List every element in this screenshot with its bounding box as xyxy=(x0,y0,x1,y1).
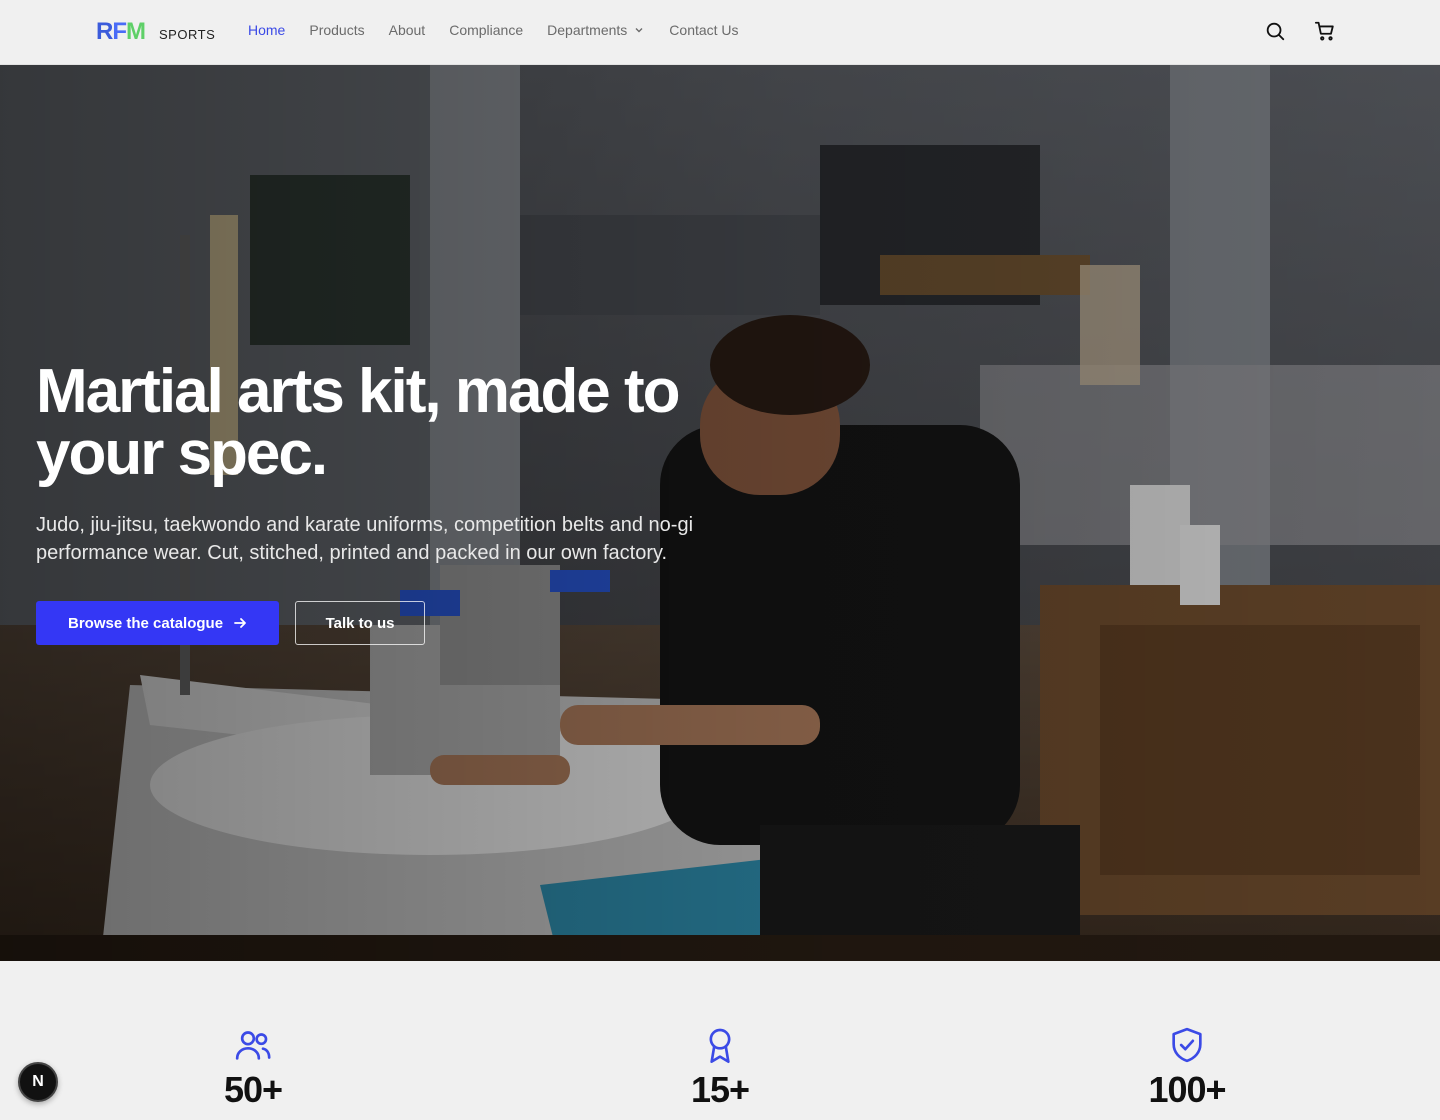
cart-icon[interactable] xyxy=(1314,20,1336,42)
nav-item-departments-label: Departments xyxy=(547,22,628,38)
chevron-down-icon xyxy=(635,28,643,33)
brand-logo[interactable]: RFM SPORTS xyxy=(96,18,215,46)
nav-item-contact[interactable]: Contact Us xyxy=(669,22,738,38)
hero-title-line-1: Martial arts kit, made to xyxy=(36,357,681,426)
talk-to-us-button[interactable]: Talk to us xyxy=(295,601,426,645)
nav-item-home[interactable]: Home xyxy=(248,22,285,38)
logo-subtitle: SPORTS xyxy=(159,27,216,42)
browse-catalogue-button[interactable]: Browse the catalogue xyxy=(36,601,280,645)
nav-item-about[interactable]: About xyxy=(389,22,426,38)
stat-item: 50+ xyxy=(153,1025,353,1111)
stat-item: 100+ xyxy=(1087,1025,1287,1111)
hero-section: Martial arts kit, made to your spec. Jud… xyxy=(0,65,1440,961)
shield-check-icon xyxy=(1172,1027,1202,1063)
site-header: RFM SPORTS Home Products About Complianc… xyxy=(0,0,1440,65)
hero-title-line-2: your spec. xyxy=(36,419,328,488)
stat-value: 15+ xyxy=(690,1069,750,1110)
hero-description: Judo, jiu-jitsu, taekwondo and karate un… xyxy=(36,514,694,564)
hero-content: Martial arts kit, made to your spec. Jud… xyxy=(36,361,736,645)
award-icon xyxy=(709,1028,731,1063)
browse-catalogue-label: Browse the catalogue xyxy=(68,614,224,632)
logo-mark: RFM xyxy=(96,18,146,45)
hero-actions: Browse the catalogue Talk to us xyxy=(36,601,736,645)
stats-section: 50+ 15+ 100+ xyxy=(0,961,1440,1120)
header-actions xyxy=(1264,20,1336,42)
main-nav: Home Products About Compliance Departmen… xyxy=(248,22,739,38)
dev-tools-badge[interactable]: N xyxy=(18,1062,58,1102)
nav-item-compliance[interactable]: Compliance xyxy=(449,22,523,38)
stat-item: 15+ xyxy=(620,1025,820,1111)
stat-value: 100+ xyxy=(1148,1069,1226,1110)
hero-title: Martial arts kit, made to your spec. xyxy=(36,361,736,485)
stat-value: 50+ xyxy=(223,1069,283,1110)
nav-item-departments[interactable]: Departments xyxy=(547,22,645,38)
users-icon xyxy=(235,1031,271,1060)
nav-item-products[interactable]: Products xyxy=(309,22,364,38)
search-icon[interactable] xyxy=(1264,20,1286,42)
arrow-right-icon xyxy=(234,618,246,628)
